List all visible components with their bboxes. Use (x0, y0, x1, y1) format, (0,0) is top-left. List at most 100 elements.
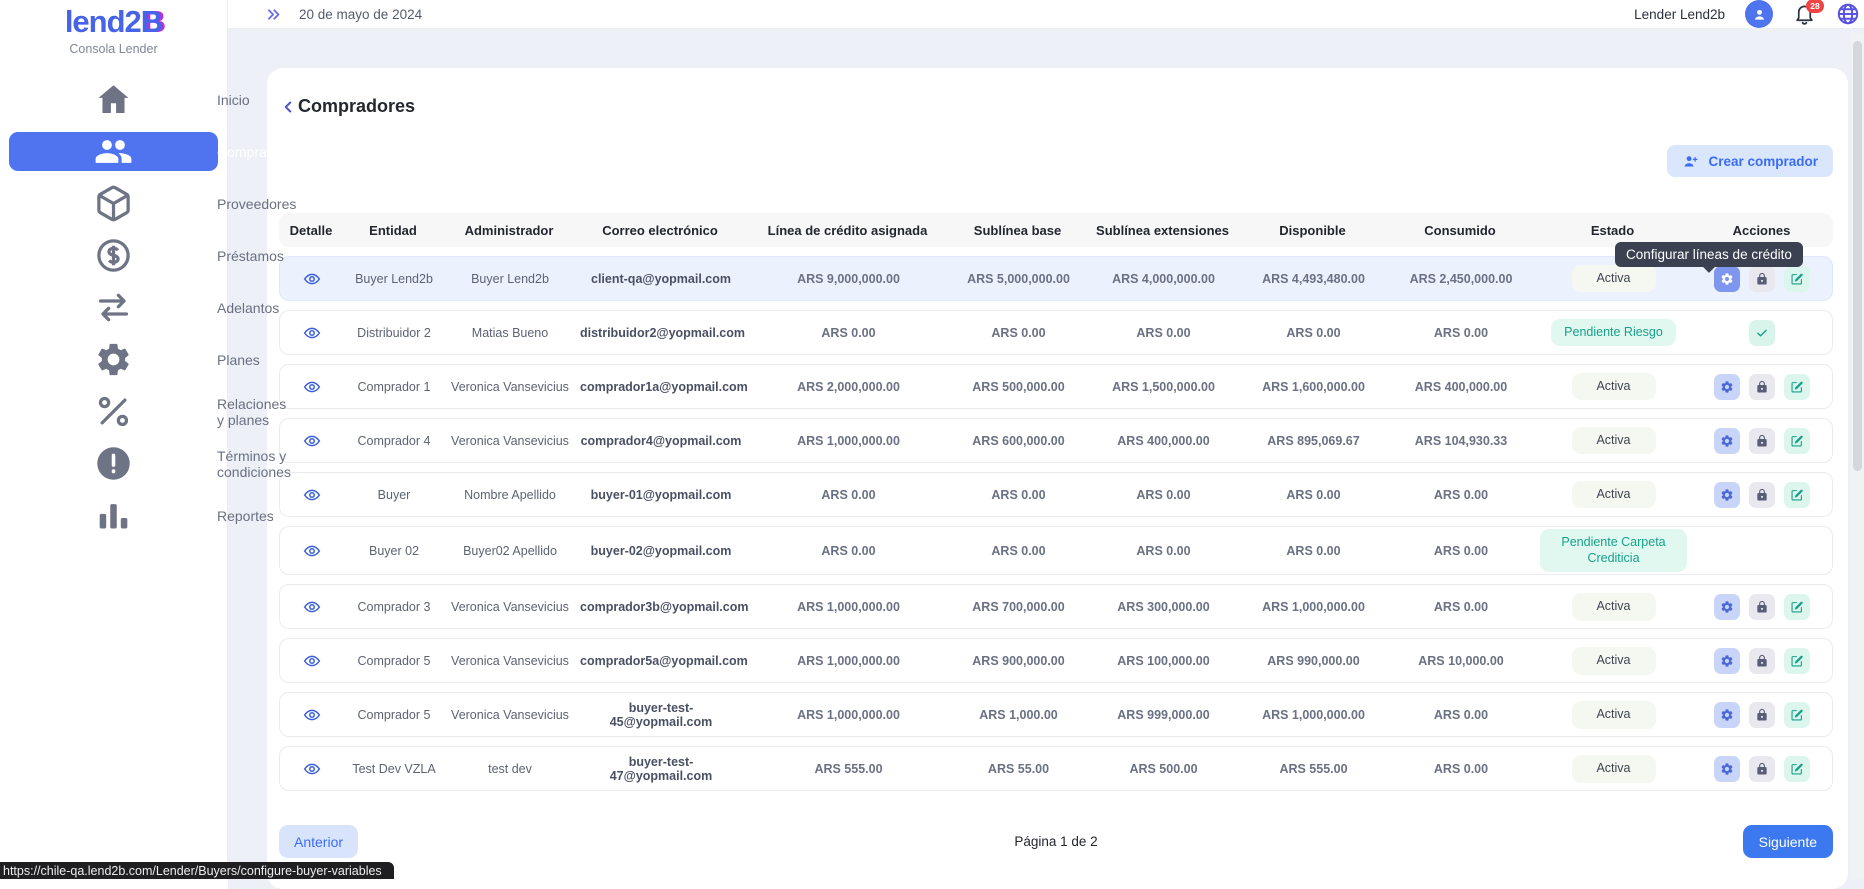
sidebar-item-planes[interactable]: Planes (9, 340, 218, 379)
sidebar-item-proveedores[interactable]: Proveedores (9, 184, 218, 223)
notification-badge: 28 (1806, 0, 1824, 13)
status-badge: Activa (1572, 701, 1656, 729)
topbar: 20 de mayo de 2024 Lender Lend2b 28 (228, 0, 1864, 29)
available-cell: ARS 4,493,480.00 (1241, 270, 1386, 288)
edit-buyer-button[interactable] (1784, 374, 1810, 400)
consumed-cell: ARS 0.00 (1386, 324, 1536, 342)
pagination: Anterior Página 1 de 2 Siguiente (279, 825, 1833, 858)
scrollbar[interactable] (1851, 33, 1864, 879)
current-date: 20 de mayo de 2024 (299, 7, 422, 22)
content-area: Compradores Crear comprador DetalleEntid… (228, 29, 1864, 889)
topbar-right: Lender Lend2b 28 (1634, 0, 1850, 28)
status-badge: Activa (1572, 265, 1656, 293)
scrollbar-thumb[interactable] (1853, 41, 1862, 471)
sidebar-item-terminos-y-condiciones[interactable]: Términos y condiciones (9, 444, 218, 483)
edit-icon (1790, 654, 1804, 668)
approve-button[interactable] (1749, 320, 1775, 346)
edit-buyer-button[interactable] (1784, 482, 1810, 508)
consumed-cell: ARS 104,930.33 (1386, 432, 1536, 450)
status-badge: Activa (1572, 647, 1656, 675)
lock-button[interactable] (1749, 266, 1775, 292)
view-detail-eye-icon[interactable] (303, 270, 321, 288)
column-header-sublinea-base: Sublínea base (950, 223, 1085, 238)
subline-extensions-cell: ARS 400,000.00 (1086, 432, 1241, 450)
edit-buyer-button[interactable] (1784, 648, 1810, 674)
create-buyer-button[interactable]: Crear comprador (1667, 145, 1833, 177)
lock-button[interactable] (1749, 648, 1775, 674)
lock-button[interactable] (1749, 482, 1775, 508)
view-detail-eye-icon[interactable] (303, 486, 321, 504)
column-header-disponible: Disponible (1240, 223, 1385, 238)
view-detail-eye-icon[interactable] (303, 378, 321, 396)
subline-base-cell: ARS 55.00 (951, 760, 1086, 778)
consumed-cell: ARS 0.00 (1386, 760, 1536, 778)
edit-buyer-button[interactable] (1784, 594, 1810, 620)
subline-base-cell: ARS 600,000.00 (951, 432, 1086, 450)
check-icon (1755, 326, 1769, 340)
configure-credit-lines-button[interactable] (1714, 266, 1740, 292)
admin-cell: Buyer02 Apellido (444, 542, 576, 560)
view-detail-eye-icon[interactable] (303, 652, 321, 670)
edit-buyer-button[interactable] (1784, 266, 1810, 292)
lock-icon (1755, 380, 1769, 394)
notifications-button[interactable]: 28 (1793, 3, 1816, 26)
sidebar-item-adelantos[interactable]: Adelantos (9, 288, 218, 327)
edit-icon (1790, 272, 1804, 286)
sidebar-collapse-icon[interactable] (265, 6, 282, 23)
actions-cell (1691, 480, 1832, 510)
sidebar-item-inicio[interactable]: Inicio (9, 80, 218, 119)
configure-credit-lines-button[interactable] (1714, 702, 1740, 728)
view-detail-eye-icon[interactable] (303, 432, 321, 450)
column-header-consumido: Consumido (1385, 223, 1535, 238)
admin-cell: Veronica Vansevicius (444, 378, 576, 396)
table-row: Comprador 4 Veronica Vansevicius comprad… (279, 418, 1833, 463)
credit-line-cell: ARS 2,000,000.00 (746, 378, 951, 396)
edit-icon (1790, 380, 1804, 394)
lock-button[interactable] (1749, 374, 1775, 400)
gear-icon (1720, 488, 1734, 502)
sidebar-item-prestamos[interactable]: Préstamos (9, 236, 218, 275)
configure-credit-lines-button[interactable] (1714, 648, 1740, 674)
sidebar-item-reportes[interactable]: Reportes (9, 496, 218, 535)
subline-extensions-cell: ARS 300,000.00 (1086, 598, 1241, 616)
subline-base-cell: ARS 1,000.00 (951, 706, 1086, 724)
lock-button[interactable] (1749, 702, 1775, 728)
column-header-detalle: Detalle (279, 223, 343, 238)
subline-base-cell: ARS 0.00 (951, 324, 1086, 342)
credit-line-cell: ARS 9,000,000.00 (746, 270, 951, 288)
gear-icon (1720, 380, 1734, 394)
previous-page-button[interactable]: Anterior (279, 825, 358, 858)
configure-credit-lines-button[interactable] (1714, 428, 1740, 454)
configure-credit-lines-button[interactable] (1714, 594, 1740, 620)
actions-cell (1691, 754, 1832, 784)
lock-icon (1755, 272, 1769, 286)
language-globe-icon[interactable] (1836, 2, 1860, 26)
avatar[interactable] (1745, 0, 1773, 28)
view-detail-eye-icon[interactable] (303, 324, 321, 342)
configure-credit-lines-button[interactable] (1714, 756, 1740, 782)
next-page-button[interactable]: Siguiente (1743, 825, 1833, 858)
sidebar-nav: Inicio Compradores Proveedores Préstamos… (0, 80, 227, 535)
configure-credit-lines-button[interactable] (1714, 374, 1740, 400)
home-icon (21, 80, 206, 119)
admin-cell: test dev (444, 760, 576, 778)
view-detail-eye-icon[interactable] (303, 542, 321, 560)
lock-button[interactable] (1749, 756, 1775, 782)
sidebar-item-compradores[interactable]: Compradores (9, 132, 218, 171)
entity-cell: Comprador 5 (344, 652, 444, 670)
available-cell: ARS 0.00 (1241, 324, 1386, 342)
actions-cell (1691, 426, 1832, 456)
email-cell: distribuidor2@yopmail.com (576, 324, 746, 342)
lock-button[interactable] (1749, 428, 1775, 454)
sidebar-item-relaciones-y-planes[interactable]: Relaciones y planes (9, 392, 218, 431)
view-detail-eye-icon[interactable] (303, 598, 321, 616)
view-detail-eye-icon[interactable] (303, 760, 321, 778)
view-detail-eye-icon[interactable] (303, 706, 321, 724)
back-chevron-icon[interactable] (279, 98, 297, 116)
configure-credit-lines-button[interactable] (1714, 482, 1740, 508)
gear-icon (1720, 762, 1734, 776)
edit-buyer-button[interactable] (1784, 702, 1810, 728)
edit-buyer-button[interactable] (1784, 428, 1810, 454)
lock-button[interactable] (1749, 594, 1775, 620)
edit-buyer-button[interactable] (1784, 756, 1810, 782)
